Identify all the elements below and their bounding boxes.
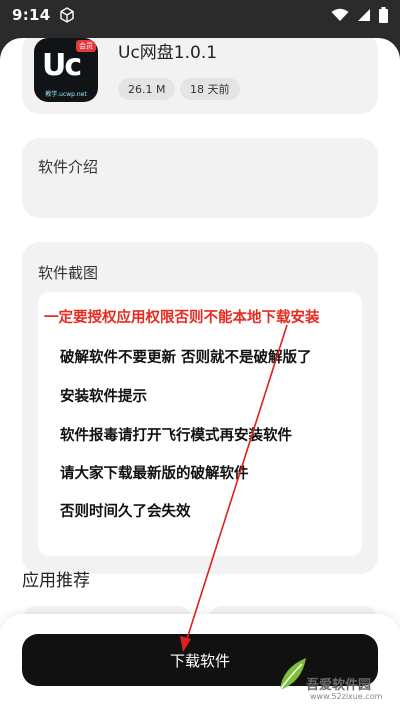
screenshot-line: 破解软件不要更新 否则就不是破解版了 <box>60 350 312 366</box>
watermark-leaf-icon <box>279 658 306 691</box>
intro-title: 软件介绍 <box>38 158 99 176</box>
app-header-card: 会员 Uc 教学.ucwp.net Uc网盘1.0.1 26.1 M 18 天前 <box>22 38 378 114</box>
detail-sheet: 会员 Uc 教学.ucwp.net Uc网盘1.0.1 26.1 M 18 天前… <box>0 38 400 711</box>
screenshot-image[interactable]: 一定要授权应用权限否则不能本地下载安装 破解软件不要更新 否则就不是破解版了 安… <box>38 292 362 556</box>
watermark-name: 吾爱软件园 <box>306 678 372 693</box>
screenshot-line: 请大家下载最新版的破解软件 <box>60 466 249 482</box>
screenshot-line: 安装软件提示 <box>60 389 147 405</box>
recommend-title: 应用推荐 <box>22 571 90 591</box>
wifi-icon <box>331 8 349 21</box>
screenshot-line: 一定要授权应用权限否则不能本地下载安装 <box>44 310 320 326</box>
screenshots-title: 软件截图 <box>38 264 99 282</box>
signal-icon <box>358 9 370 21</box>
battery-icon <box>379 7 388 23</box>
cube-icon <box>59 7 74 23</box>
screenshot-line: 否则时间久了会失效 <box>60 504 191 520</box>
app-icon: 会员 Uc 教学.ucwp.net <box>34 38 98 102</box>
status-time: 9:14 <box>12 6 51 24</box>
screenshot-line: 软件报毒请打开飞行模式再安装软件 <box>60 428 292 444</box>
app-updated-badge: 18 天前 <box>180 78 240 100</box>
status-icons <box>331 7 388 23</box>
screenshots-card: 软件截图 一定要授权应用权限否则不能本地下载安装 破解软件不要更新 否则就不是破… <box>22 242 378 574</box>
app-size-badge: 26.1 M <box>118 78 176 100</box>
app-icon-logo: Uc <box>42 48 82 83</box>
intro-card: 软件介绍 <box>22 138 378 218</box>
watermark-site: www.52zixue.com <box>310 692 383 701</box>
watermark: 吾爱软件园 www.52zixue.com <box>276 632 396 708</box>
app-name: Uc网盘1.0.1 <box>118 43 218 63</box>
app-icon-site: 教学.ucwp.net <box>45 91 87 98</box>
status-bar: 9:14 <box>0 0 400 30</box>
